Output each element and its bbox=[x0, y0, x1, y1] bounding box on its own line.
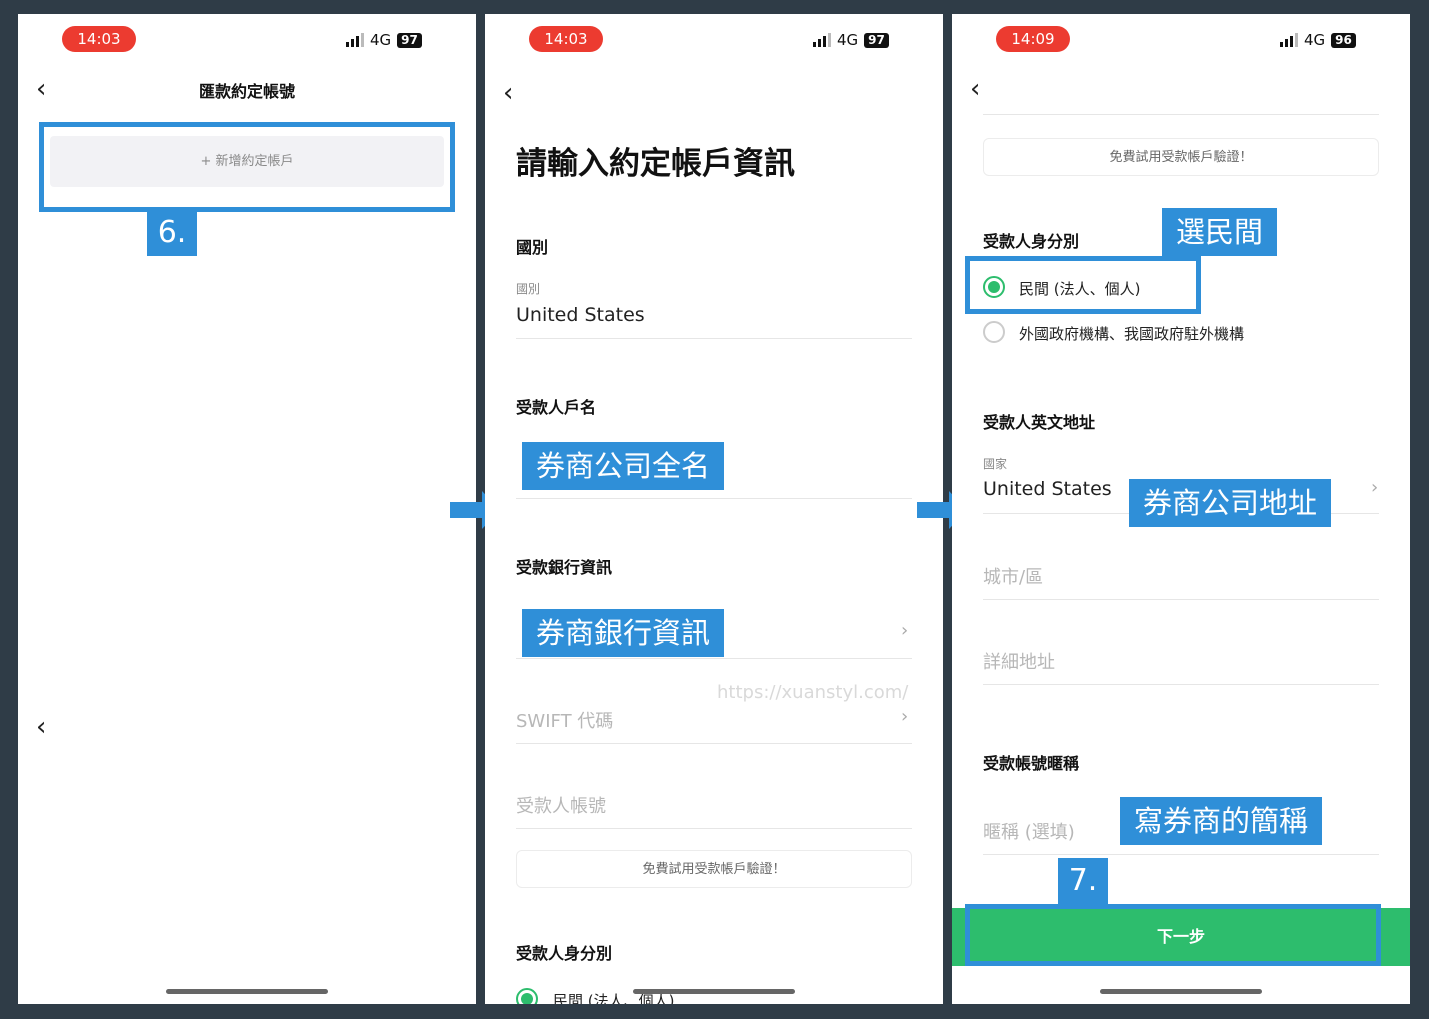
divider bbox=[983, 854, 1379, 855]
status-indicators: 4G 96 bbox=[1280, 31, 1356, 49]
screen-account-form-continued: 14:09 4G 96 ‹ 免費試用受款帳戶驗證！ 受款人身分別 選民間 民間 … bbox=[952, 14, 1410, 1004]
page-title: 匯款約定帳號 bbox=[198, 82, 295, 101]
bank-info-callout: 券商銀行資訊 bbox=[522, 609, 725, 657]
divider bbox=[516, 498, 912, 499]
city-input[interactable]: 城市/區 bbox=[983, 563, 1043, 589]
divider bbox=[983, 684, 1379, 685]
country-small-label: 國別 bbox=[516, 282, 541, 296]
forward-chevron-icon: › bbox=[1371, 477, 1379, 498]
divider bbox=[516, 658, 912, 659]
screen-account-form: 14:03 4G 97 ‹ 請輸入約定帳戶資訊 國別 國別 United Sta… bbox=[485, 14, 943, 1004]
bank-section-title: 受款銀行資訊 bbox=[516, 558, 613, 577]
status-indicators: 4G 97 bbox=[813, 31, 889, 49]
status-time: 14:09 bbox=[996, 26, 1070, 52]
battery-icon: 97 bbox=[397, 32, 422, 48]
payee-name-callout: 券商公司全名 bbox=[522, 442, 725, 490]
radio-foreign-label[interactable]: 外國政府機構、我國政府駐外機構 bbox=[1019, 323, 1244, 344]
home-indicator bbox=[633, 989, 795, 994]
divider bbox=[983, 114, 1379, 115]
network-type: 4G bbox=[837, 31, 859, 49]
network-type: 4G bbox=[1304, 31, 1326, 49]
back-chevron-icon[interactable]: ‹ bbox=[970, 74, 980, 104]
identity-section-title: 受款人身分別 bbox=[983, 232, 1080, 251]
highlight-box bbox=[965, 256, 1201, 314]
signal-icon bbox=[813, 33, 831, 47]
nickname-callout: 寫券商的簡稱 bbox=[1120, 797, 1323, 845]
divider bbox=[516, 828, 912, 829]
identity-section-title: 受款人身分別 bbox=[516, 944, 613, 963]
step-label: 6. bbox=[147, 210, 197, 256]
country-field[interactable]: United States bbox=[983, 478, 1112, 500]
country-section-title: 國別 bbox=[516, 238, 549, 257]
address-callout: 券商公司地址 bbox=[1129, 479, 1332, 527]
screen-account-list: 14:03 4G 97 ‹ 匯款約定帳號 + 新增約定帳戶 6. ‹ bbox=[18, 14, 476, 1004]
divider bbox=[983, 599, 1379, 600]
verify-account-banner[interactable]: 免費試用受款帳戶驗證！ bbox=[516, 850, 912, 888]
radio-unselected-icon[interactable] bbox=[983, 321, 1005, 343]
address-section-title: 受款人英文地址 bbox=[983, 413, 1096, 432]
country-small-label: 國家 bbox=[983, 457, 1008, 471]
signal-icon bbox=[346, 33, 364, 47]
radio-selected-icon[interactable] bbox=[516, 988, 538, 1004]
signal-icon bbox=[1280, 33, 1298, 47]
step-label: 7. bbox=[1058, 858, 1108, 904]
payee-name-section-title: 受款人戶名 bbox=[516, 398, 597, 417]
battery-icon: 97 bbox=[864, 32, 889, 48]
payee-account-input[interactable]: 受款人帳號 bbox=[516, 792, 606, 818]
forward-chevron-icon: › bbox=[901, 706, 909, 727]
network-type: 4G bbox=[370, 31, 392, 49]
home-indicator bbox=[166, 989, 328, 994]
page-heading: 請輸入約定帳戶資訊 bbox=[516, 146, 795, 182]
home-indicator bbox=[1100, 989, 1262, 994]
highlight-box bbox=[39, 122, 455, 212]
swift-code-field[interactable]: SWIFT 代碼 bbox=[516, 707, 613, 733]
battery-icon: 96 bbox=[1331, 32, 1356, 48]
watermark: https://xuanstyl.com/ bbox=[717, 682, 909, 703]
divider bbox=[516, 743, 912, 744]
divider bbox=[516, 338, 912, 339]
back-chevron-icon[interactable]: ‹ bbox=[503, 78, 513, 108]
identity-callout: 選民間 bbox=[1162, 208, 1278, 256]
nickname-input[interactable]: 暱稱 (選填) bbox=[983, 818, 1075, 844]
status-time: 14:03 bbox=[62, 26, 136, 52]
status-indicators: 4G 97 bbox=[346, 31, 422, 49]
address-detail-input[interactable]: 詳細地址 bbox=[983, 648, 1055, 674]
verify-account-banner[interactable]: 免費試用受款帳戶驗證！ bbox=[983, 138, 1379, 176]
nickname-section-title: 受款帳號暱稱 bbox=[983, 754, 1080, 773]
forward-chevron-icon: › bbox=[901, 620, 909, 641]
highlight-box bbox=[965, 904, 1381, 966]
status-time: 14:03 bbox=[529, 26, 603, 52]
back-chevron-icon[interactable]: ‹ bbox=[36, 712, 46, 742]
country-field[interactable]: United States bbox=[516, 304, 645, 326]
